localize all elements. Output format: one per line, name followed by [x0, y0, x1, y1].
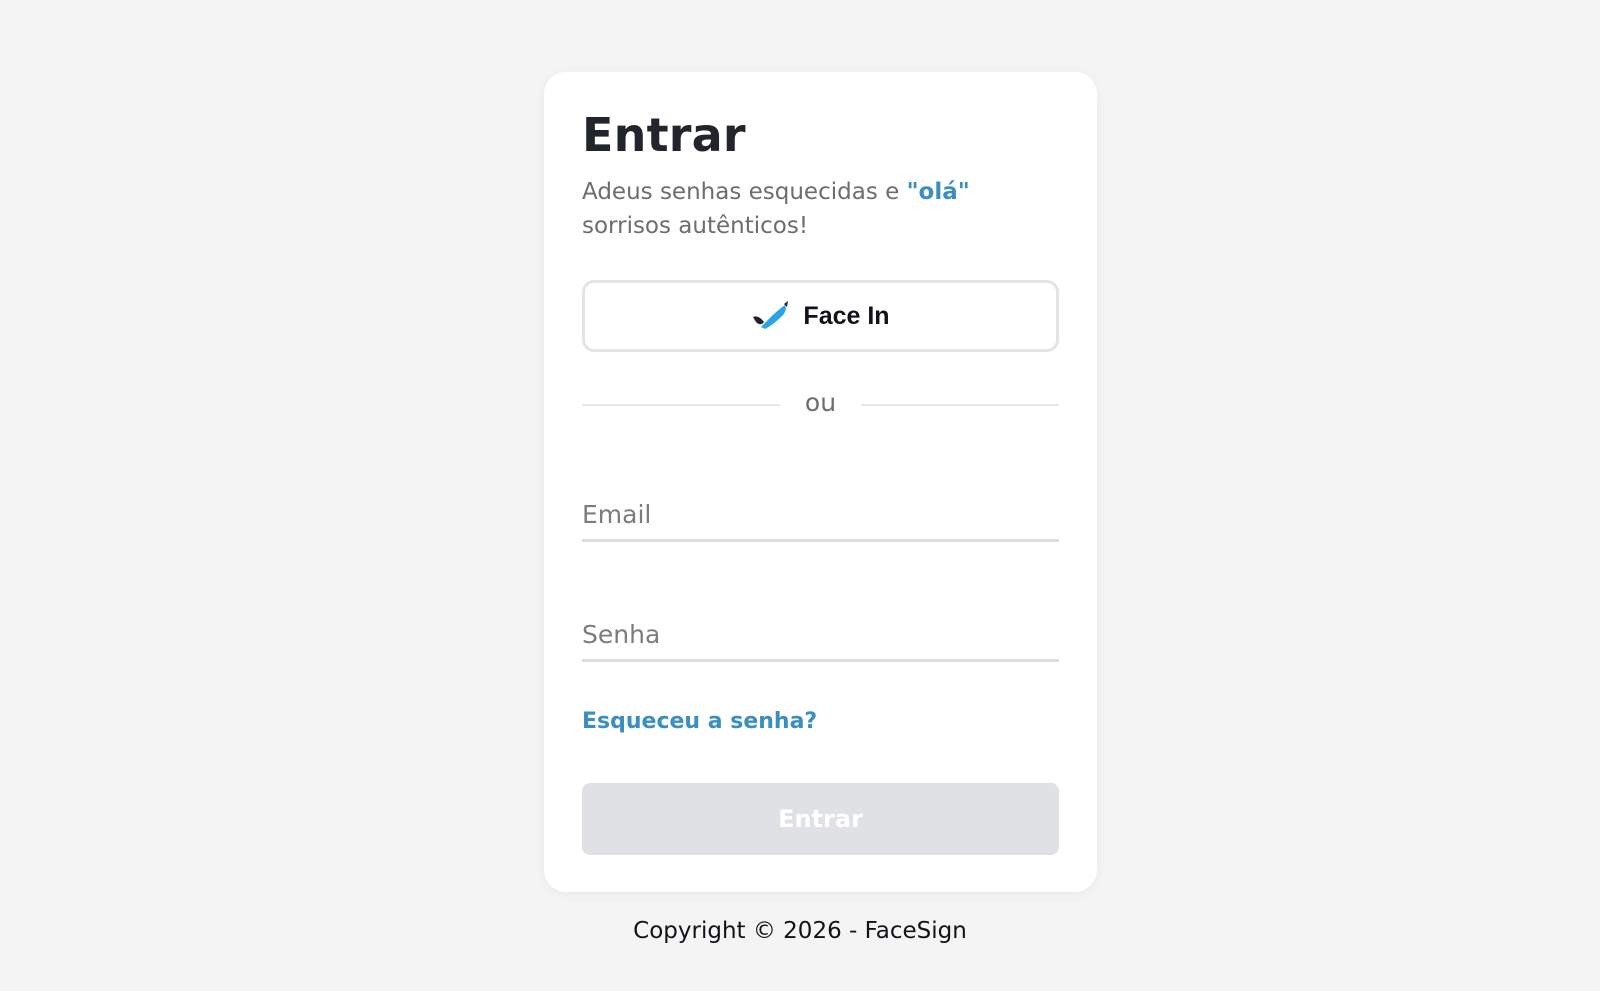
footer-copyright: Copyright © 2026 - FaceSign [633, 918, 967, 944]
password-input[interactable] [582, 609, 1059, 659]
submit-button[interactable]: Entrar [582, 783, 1059, 855]
face-in-label: Face In [803, 301, 890, 330]
forgot-password-link[interactable]: Esqueceu a senha? [582, 709, 817, 734]
subtitle-accent: "olá" [906, 179, 970, 205]
login-subtitle: Adeus senhas esquecidas e "olá" sorrisos… [582, 175, 1060, 243]
facesign-logo-icon [751, 301, 791, 331]
subtitle-prefix: Adeus senhas esquecidas e [582, 179, 907, 205]
email-field-wrapper [582, 489, 1059, 542]
password-field-wrapper [582, 609, 1059, 662]
email-input[interactable] [582, 489, 1059, 539]
subtitle-suffix: sorrisos autênticos! [582, 213, 809, 239]
login-page: Entrar Adeus senhas esquecidas e "olá" s… [0, 0, 1600, 991]
face-in-button[interactable]: Face In [582, 280, 1059, 352]
login-card: Entrar Adeus senhas esquecidas e "olá" s… [544, 72, 1097, 892]
divider-text: ou [804, 388, 837, 417]
or-divider: ou [582, 388, 1059, 422]
page-title: Entrar [582, 108, 746, 162]
divider-line-right [861, 404, 1059, 406]
